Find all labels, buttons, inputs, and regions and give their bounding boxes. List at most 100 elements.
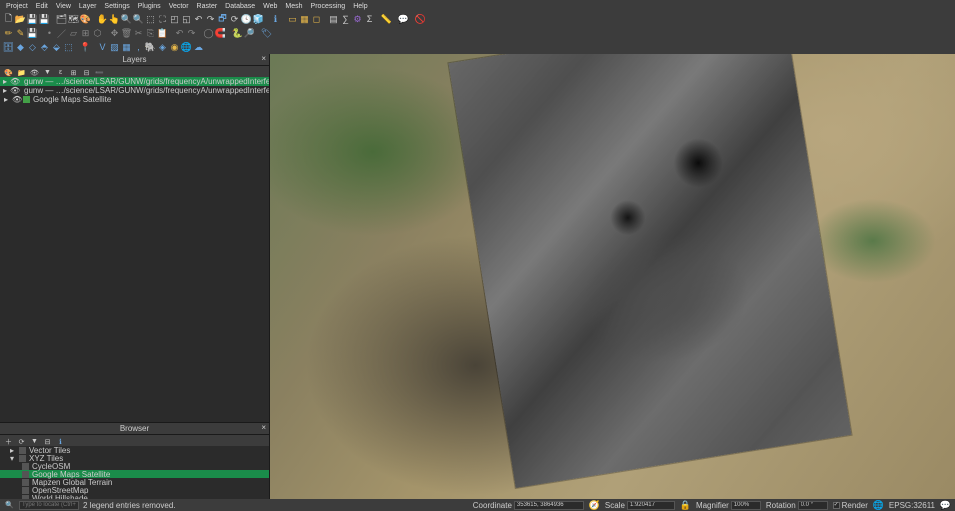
add-line-icon[interactable]: ／ xyxy=(56,28,67,39)
expand-icon[interactable]: ▾ xyxy=(10,454,16,463)
move-feature-icon[interactable]: ✥ xyxy=(109,28,120,39)
add-vector-icon[interactable]: V xyxy=(97,42,108,53)
plugin-python-icon[interactable]: 🐍 xyxy=(232,28,243,39)
visibility-icon[interactable]: 👁 xyxy=(10,77,18,86)
temporal-icon[interactable]: 🕓 xyxy=(241,14,252,25)
coordinate-input[interactable] xyxy=(514,501,584,510)
label-toolbar-icon[interactable]: 🏷 xyxy=(261,28,272,39)
menu-layer[interactable]: Layer xyxy=(79,3,97,10)
menu-plugins[interactable]: Plugins xyxy=(138,3,161,10)
add-csv-icon[interactable]: , xyxy=(133,42,144,53)
collapse-icon[interactable]: × xyxy=(261,423,266,432)
visibility-icon[interactable]: 👁 xyxy=(10,86,18,95)
extents-icon[interactable]: 🧭 xyxy=(589,500,600,511)
locator-input[interactable] xyxy=(19,501,79,510)
new-shapefile-icon[interactable]: ◇ xyxy=(27,42,38,53)
zoom-layer-icon[interactable]: ◱ xyxy=(181,14,192,25)
map-canvas[interactable] xyxy=(270,54,955,499)
crs-value[interactable]: EPSG:32611 xyxy=(889,501,935,510)
show-layout-icon[interactable]: 🗺 xyxy=(68,14,79,25)
map-tips-icon[interactable]: 💬 xyxy=(398,14,409,25)
paste-icon[interactable]: 📋 xyxy=(157,28,168,39)
menu-settings[interactable]: Settings xyxy=(104,3,129,10)
layer-row[interactable]: ▸ 👁 gunw — …/science/LSAR/GUNW/grids/fre… xyxy=(0,86,269,95)
expand-icon[interactable]: ▸ xyxy=(3,77,7,86)
open-project-icon[interactable]: 📂 xyxy=(15,14,26,25)
zoom-out-icon[interactable]: 🔍 xyxy=(133,14,144,25)
menu-help[interactable]: Help xyxy=(353,3,367,10)
menu-raster[interactable]: Raster xyxy=(197,3,218,10)
add-mesh-icon[interactable]: ▦ xyxy=(121,42,132,53)
collapse-icon[interactable]: × xyxy=(261,54,266,63)
crs-icon[interactable]: 🌐 xyxy=(873,500,884,511)
deselect-icon[interactable]: ◻ xyxy=(311,14,322,25)
rotation-input[interactable] xyxy=(798,501,828,510)
messages-icon[interactable]: 💬 xyxy=(940,500,951,511)
toggle-edit-icon[interactable]: ✎ xyxy=(15,28,26,39)
render-checkbox[interactable] xyxy=(833,502,840,509)
redo-icon[interactable]: ↷ xyxy=(186,28,197,39)
refresh-icon[interactable]: ⟳ xyxy=(229,14,240,25)
new-project-icon[interactable]: 🗋 xyxy=(3,14,14,25)
zoom-native-icon[interactable]: ⬚ xyxy=(145,14,156,25)
plugin-metasearch-icon[interactable]: 🔎 xyxy=(244,28,255,39)
layer-row[interactable]: ▸ 👁 gunw — …/science/LSAR/GUNW/grids/fre… xyxy=(0,77,269,86)
new-memory-icon[interactable]: ⬙ xyxy=(51,42,62,53)
menu-processing[interactable]: Processing xyxy=(311,3,346,10)
lock-scale-icon[interactable]: 🔒 xyxy=(680,500,691,511)
stats-icon[interactable]: Σ xyxy=(364,14,375,25)
save-as-icon[interactable]: 💾 xyxy=(39,14,50,25)
undo-icon[interactable]: ↶ xyxy=(174,28,185,39)
menu-database[interactable]: Database xyxy=(225,3,255,10)
field-calc-icon[interactable]: ∑ xyxy=(340,14,351,25)
pan-selection-icon[interactable]: 👆 xyxy=(109,14,120,25)
save-edits-icon[interactable]: 💾 xyxy=(27,28,38,39)
browser-list[interactable]: ▸Vector Tiles ▾XYZ Tiles CycleOSM Google… xyxy=(0,446,269,499)
menu-mesh[interactable]: Mesh xyxy=(285,3,302,10)
select-value-icon[interactable]: ▦ xyxy=(299,14,310,25)
open-table-icon[interactable]: ▤ xyxy=(328,14,339,25)
add-record-icon[interactable]: ⊞ xyxy=(80,28,91,39)
add-wms-icon[interactable]: 🌐 xyxy=(181,42,192,53)
add-spatialite-icon[interactable]: ◈ xyxy=(157,42,168,53)
zoom-next-icon[interactable]: ↷ xyxy=(205,14,216,25)
cut-icon[interactable]: ✂ xyxy=(133,28,144,39)
zoom-full-icon[interactable]: ⛶ xyxy=(157,14,168,25)
zoom-selection-icon[interactable]: ◰ xyxy=(169,14,180,25)
digitize-shape-icon[interactable]: ◯ xyxy=(203,28,214,39)
add-polygon-icon[interactable]: ▱ xyxy=(68,28,79,39)
zoom-in-icon[interactable]: 🔍 xyxy=(121,14,132,25)
menu-edit[interactable]: Edit xyxy=(36,3,48,10)
new-map-view-icon[interactable]: 🗗 xyxy=(217,14,228,25)
pan-icon[interactable]: ✋ xyxy=(97,14,108,25)
delete-icon[interactable]: 🗑 xyxy=(121,28,132,39)
layout-manager-icon[interactable]: 🗂 xyxy=(56,14,67,25)
copy-icon[interactable]: ⎘ xyxy=(145,28,156,39)
toolbox-icon[interactable]: ⚙ xyxy=(352,14,363,25)
no-action-icon[interactable]: 🚫 xyxy=(415,14,426,25)
add-point-icon[interactable]: • xyxy=(44,28,55,39)
select-icon[interactable]: ▭ xyxy=(287,14,298,25)
measure-icon[interactable]: 📏 xyxy=(381,14,392,25)
layer-row[interactable]: ▸ 👁 Google Maps Satellite xyxy=(0,95,269,104)
new-geopackage-icon[interactable]: ◆ xyxy=(15,42,26,53)
locator-icon[interactable]: 🔍 xyxy=(4,500,15,511)
expand-icon[interactable]: ▸ xyxy=(3,95,9,104)
style-manager-icon[interactable]: 🎨 xyxy=(80,14,91,25)
menu-web[interactable]: Web xyxy=(263,3,277,10)
menu-project[interactable]: Project xyxy=(6,3,28,10)
visibility-icon[interactable]: 👁 xyxy=(12,95,20,104)
new-virtual-icon[interactable]: ⬚ xyxy=(63,42,74,53)
identify-icon[interactable]: ℹ xyxy=(270,14,281,25)
layers-list[interactable]: ▸ 👁 gunw — …/science/LSAR/GUNW/grids/fre… xyxy=(0,77,269,422)
new-3d-icon[interactable]: 🧊 xyxy=(253,14,264,25)
expand-icon[interactable]: ▸ xyxy=(3,86,7,95)
zoom-last-icon[interactable]: ↶ xyxy=(193,14,204,25)
enable-snapping-icon[interactable]: 🧲 xyxy=(215,28,226,39)
add-raster-icon[interactable]: ▨ xyxy=(109,42,120,53)
new-spatialite-icon[interactable]: ⬘ xyxy=(39,42,50,53)
add-mssql-icon[interactable]: ◉ xyxy=(169,42,180,53)
data-source-manager-icon[interactable]: 🗄 xyxy=(3,42,14,53)
vertex-tool-icon[interactable]: ⬡ xyxy=(92,28,103,39)
add-wcs-icon[interactable]: ☁ xyxy=(193,42,204,53)
